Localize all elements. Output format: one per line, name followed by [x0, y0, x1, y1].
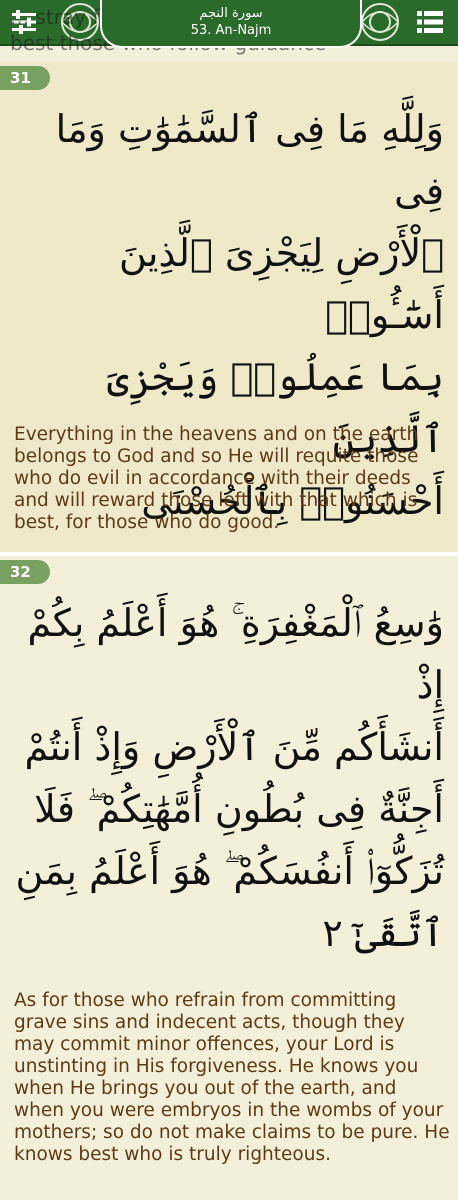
arabic-line: أَنشَأَكُم مِّنَ ٱلْأَرْضِ وَإِذْ أَنتُم…: [24, 725, 444, 769]
surah-title-english: 53. An-Najm: [190, 23, 272, 38]
verse-31[interactable]: 31 وَلِلَّهِ مَا فِى ٱلسَّمَٰوَٰتِ وَمَا…: [0, 62, 458, 552]
surah-title[interactable]: سورة النجم 53. An-Najm: [100, 0, 362, 48]
verse-32-translation: As for those who refrain from committing…: [14, 990, 450, 1165]
arabic-line: وَلِلَّهِ مَا فِى ٱلسَّمَٰوَٰتِ وَمَا فِ…: [55, 107, 444, 213]
arabic-line: ٱتَّقَىٰٓ ٢: [322, 911, 444, 955]
arabic-line: تُزَكُّوٓا۟ أَنفُسَكُمْ ۖ هُوَ أَعْلَمُ …: [15, 849, 444, 893]
verse-number-badge: 32: [0, 560, 50, 584]
verse-number-badge: 31: [0, 66, 50, 90]
verse-32-arabic: وَٰسِعُ ٱلْمَغْفِرَةِ ۚ هُوَ أَعْلَمُ بِ…: [4, 592, 444, 964]
verse-31-translation: Everything in the heavens and on the ear…: [14, 424, 419, 533]
arabic-line: أَجِنَّةٌ فِى بُطُونِ أُمَّهَٰتِكُمْ ۖ ف…: [34, 787, 444, 831]
surah-title-arabic: سورة النجم: [199, 6, 263, 21]
arabic-line: ٱلْأَرْضِ لِيَجْزِىَ ٱلَّذِينَ أَسَٰٓـُٔ…: [118, 231, 444, 337]
arabic-line: وَٰسِعُ ٱلْمَغْفِرَةِ ۚ هُوَ أَعْلَمُ بِ…: [27, 601, 444, 707]
verse-32[interactable]: 32 وَٰسِعُ ٱلْمَغْفِرَةِ ۚ هُوَ أَعْلَمُ…: [0, 556, 458, 1200]
top-bar: ... stray from the path and ... best tho…: [0, 0, 458, 55]
